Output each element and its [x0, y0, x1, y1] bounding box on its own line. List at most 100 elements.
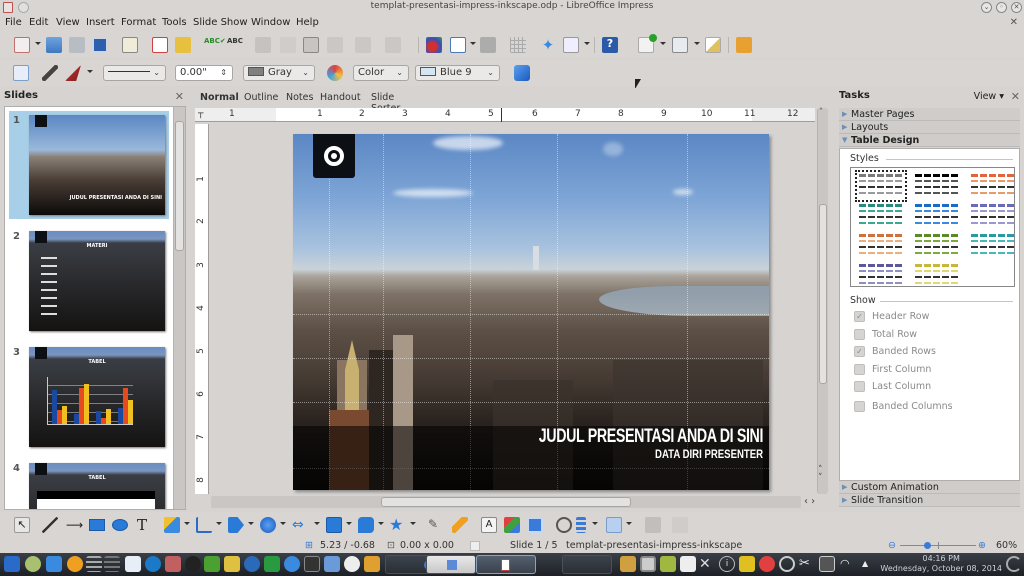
tux-icon[interactable] [344, 556, 360, 572]
table-style-peach[interactable] [859, 234, 903, 258]
chart-icon[interactable] [426, 37, 442, 53]
terminal-icon[interactable] [304, 556, 320, 572]
slide-design-icon[interactable] [672, 37, 688, 53]
editor-horizontal-scrollbar-thumb[interactable] [381, 497, 631, 507]
toggle-3d-icon[interactable] [672, 517, 688, 533]
section-custom-animation[interactable]: ▶ Custom Animation [839, 481, 1020, 494]
tab-outline[interactable]: Outline [241, 91, 281, 104]
new-icon[interactable] [14, 37, 30, 53]
scissors-tray-icon[interactable]: ✂ [799, 556, 815, 572]
checkbox-total-row[interactable] [854, 328, 865, 340]
scroll-left-right-icon[interactable]: ‹ › [804, 496, 815, 507]
symbol-shapes-icon[interactable] [260, 517, 276, 533]
connector-icon[interactable] [196, 517, 212, 533]
table-style-blue[interactable] [915, 204, 959, 228]
tab-stop-icon[interactable]: ┬ [198, 109, 203, 119]
maximize-button[interactable]: ◦ [996, 2, 1007, 13]
tab-normal[interactable]: Normal [197, 91, 242, 104]
slide-subtitle[interactable]: DATA DIRI PRESENTER [655, 447, 763, 461]
section-layouts[interactable]: ▶ Layouts [839, 121, 1020, 134]
zoom-in-icon[interactable]: ⊕ [978, 540, 986, 551]
files-icon[interactable] [46, 556, 62, 572]
notes-tray-icon[interactable] [680, 556, 696, 572]
menu-slide-show[interactable]: Slide Show [193, 17, 248, 28]
block-arrows-icon[interactable]: ⇔ [292, 517, 308, 533]
scroll-up-icon[interactable]: ˄ [819, 107, 823, 116]
tray-expand-icon[interactable]: ▲ [862, 556, 878, 572]
close-document-icon[interactable]: ✕ [1010, 17, 1018, 28]
close-button[interactable]: ✕ [1011, 2, 1022, 13]
edit-file-icon[interactable] [122, 37, 138, 53]
save-icon[interactable] [69, 37, 85, 53]
rotate-icon[interactable] [556, 517, 572, 533]
menu-help[interactable]: Help [296, 17, 319, 28]
table-style-lavender[interactable] [971, 204, 1015, 228]
text-icon[interactable]: T [137, 517, 153, 533]
copy-icon[interactable] [280, 37, 296, 53]
table-style-orange[interactable] [971, 174, 1015, 198]
editor-vertical-scrollbar-thumb[interactable] [819, 204, 827, 384]
menu-view[interactable]: View [56, 17, 80, 28]
table-style-olive[interactable] [915, 234, 959, 258]
gallery-icon[interactable] [527, 517, 543, 533]
monitor-tray-icon[interactable] [640, 556, 656, 572]
tea-icon[interactable] [224, 556, 240, 572]
slide-thumbnail-2[interactable]: 2 MATERI [9, 227, 169, 335]
menu-format[interactable]: Format [121, 17, 156, 28]
minimize-button[interactable]: ⌄ [981, 2, 992, 13]
scroll-up-down-icon[interactable]: ˄ ˅ [818, 466, 823, 483]
spellcheck-icon[interactable]: ABC✔ [204, 37, 226, 53]
redo-icon[interactable] [385, 37, 401, 53]
table-icon[interactable] [450, 37, 466, 53]
glue-points-icon[interactable] [452, 517, 468, 533]
table-style-default[interactable] [855, 170, 907, 202]
map-tray-icon[interactable] [620, 556, 636, 572]
activities-icon[interactable] [1006, 556, 1022, 572]
checkbox-last-column[interactable] [854, 381, 865, 392]
line-style-select[interactable]: ⌄ [103, 65, 166, 81]
alarm-tray-icon[interactable] [759, 556, 775, 572]
zoom-out-icon[interactable]: ⊖ [888, 540, 896, 551]
open-icon[interactable] [46, 37, 62, 53]
table-style-teal[interactable] [859, 204, 903, 228]
info-tray-icon[interactable]: i [719, 556, 735, 572]
ellipse-icon[interactable] [112, 519, 128, 531]
flowchart-icon[interactable] [326, 517, 342, 533]
area-style-select[interactable]: Color ⌄ [353, 65, 409, 81]
firefox-icon[interactable] [67, 556, 83, 572]
sheets-icon[interactable] [264, 556, 280, 572]
task-button-impress[interactable] [476, 555, 536, 574]
slide-canvas[interactable]: JUDUL PRESENTASI ANDA DI SINI DATA DIRI … [211, 124, 815, 494]
desktop-pager-1-icon[interactable] [86, 556, 102, 572]
checkbox-banded-rows[interactable]: ✓ [854, 346, 865, 357]
checkbox-banded-columns[interactable] [854, 400, 865, 412]
zoom-slider-knob[interactable] [923, 542, 931, 549]
tools-tray-icon[interactable]: ✕ [699, 556, 715, 572]
clock[interactable]: 04:16 PM Wednesday, October 08, 2014 [880, 554, 1002, 574]
from-file-icon[interactable] [504, 517, 520, 533]
points-icon[interactable]: ✎ [428, 517, 444, 533]
master-slide-icon[interactable] [705, 37, 721, 53]
zoom-level[interactable]: 60% [996, 540, 1017, 551]
wifi-tray-icon[interactable]: ◠ [840, 556, 856, 572]
callouts-icon[interactable] [358, 517, 374, 533]
align-icon[interactable] [576, 517, 586, 533]
menu-insert[interactable]: Insert [86, 17, 115, 28]
shadow-icon[interactable] [514, 65, 530, 81]
tab-notes[interactable]: Notes [283, 91, 316, 104]
desktop-pager-2-icon[interactable] [104, 556, 120, 572]
table-style-slate[interactable] [859, 264, 903, 288]
menu-edit[interactable]: Edit [29, 17, 48, 28]
task-button-2[interactable] [426, 555, 476, 574]
task-button-4[interactable] [562, 555, 612, 574]
close-tasks-pane-icon[interactable]: ✕ [1011, 90, 1020, 103]
help-icon[interactable]: ? [602, 37, 618, 53]
slides-scrollbar-thumb[interactable] [175, 121, 184, 251]
table-style-cyan[interactable] [971, 234, 1015, 258]
editor-horizontal-scrollbar[interactable] [211, 496, 801, 508]
extrusion-icon[interactable] [645, 517, 661, 533]
zoom-slider[interactable] [900, 542, 976, 549]
arrow-style-icon[interactable] [65, 65, 81, 81]
writer-icon[interactable] [125, 556, 141, 572]
editor-vertical-scrollbar[interactable]: ˄ [817, 107, 828, 494]
